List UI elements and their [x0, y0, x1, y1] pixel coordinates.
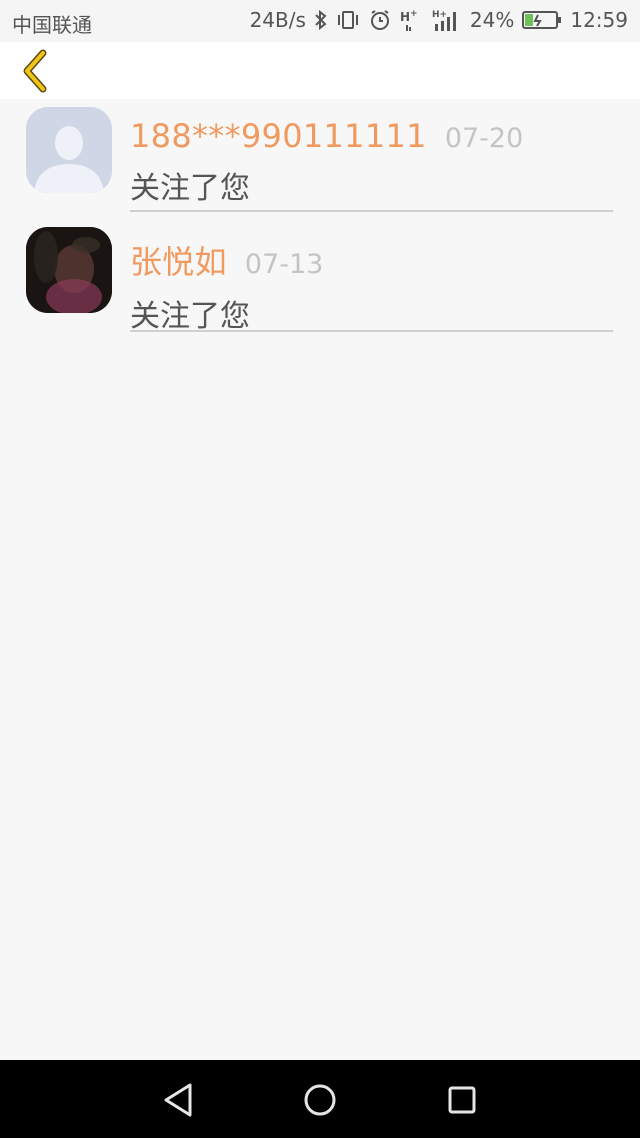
- svg-text:H: H: [400, 10, 410, 24]
- back-button[interactable]: [12, 48, 56, 94]
- user-name[interactable]: 188***990111111: [130, 117, 427, 155]
- nav-recents-button[interactable]: [442, 1080, 482, 1120]
- bluetooth-icon: [314, 9, 328, 31]
- notification-list: 188***990111111 07-20 关注了您 张悦如 07-13 关注了…: [0, 99, 640, 339]
- status-bar: 中国联通 24B/s H + H+ 24% 12:59: [0, 0, 640, 42]
- header: [0, 42, 640, 99]
- item-date: 07-20: [444, 123, 524, 154]
- network-speed: 24B/s: [249, 8, 306, 32]
- name-line: 张悦如 07-13: [130, 237, 613, 283]
- svg-text:+: +: [410, 9, 418, 19]
- user-name[interactable]: 张悦如: [130, 237, 227, 283]
- svg-text:H+: H+: [432, 10, 447, 20]
- vibrate-icon: [336, 9, 360, 31]
- nav-back-button[interactable]: [158, 1080, 198, 1120]
- back-triangle-icon: [164, 1083, 192, 1117]
- item-date: 07-13: [244, 249, 324, 280]
- recents-square-icon: [448, 1086, 476, 1114]
- item-message: 关注了您: [130, 299, 250, 334]
- signal-bars-icon: H+: [432, 8, 462, 32]
- list-item-body: 张悦如 07-13 关注了您: [130, 237, 613, 334]
- list-item[interactable]: 188***990111111 07-20 关注了您: [0, 99, 640, 219]
- chevron-left-icon: [23, 49, 47, 93]
- status-indicators: 24B/s H + H+ 24% 12:59: [250, 8, 628, 32]
- avatar[interactable]: [26, 227, 112, 313]
- navigation-bar: [0, 1060, 640, 1138]
- avatar[interactable]: [26, 107, 112, 193]
- default-avatar-icon: [26, 107, 112, 193]
- screen: 中国联通 24B/s H + H+ 24% 12:59 188***990111…: [0, 0, 640, 1138]
- home-circle-icon: [304, 1084, 336, 1116]
- battery-percent: 24%: [469, 8, 515, 32]
- signal-h-plus-icon: H +: [400, 8, 424, 32]
- photo-avatar: [26, 227, 112, 313]
- nav-home-button[interactable]: [300, 1080, 340, 1120]
- list-item-body: 188***990111111 07-20 关注了您: [130, 117, 613, 212]
- carrier-label: 中国联通: [12, 13, 92, 37]
- list-item[interactable]: 张悦如 07-13 关注了您: [0, 219, 640, 339]
- battery-icon: [522, 10, 562, 30]
- clock: 12:59: [570, 8, 628, 32]
- item-message: 关注了您: [130, 171, 250, 206]
- alarm-icon: [368, 9, 392, 31]
- name-line: 188***990111111 07-20: [130, 117, 613, 155]
